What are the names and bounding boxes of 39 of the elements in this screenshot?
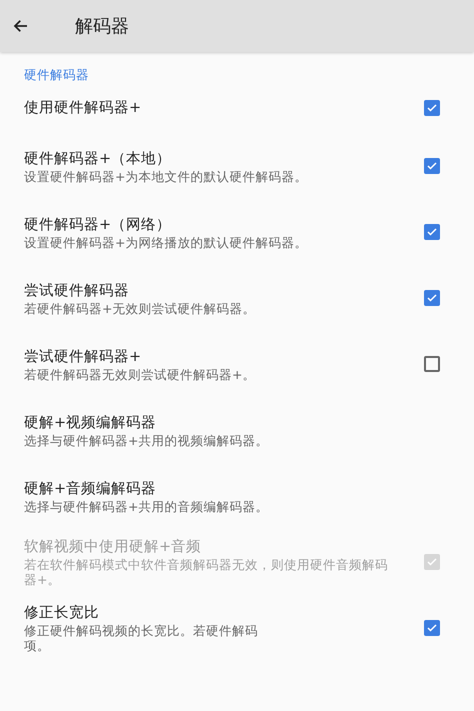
setting-title: 硬解+视频编解码器	[24, 414, 158, 432]
setting-row[interactable]: 硬件解码器+（网络） 设置硬件解码器+为网络播放的默认硬件解码器。	[0, 199, 474, 265]
setting-row[interactable]: 使用硬件解码器+	[0, 83, 474, 133]
checkbox[interactable]	[424, 158, 440, 174]
setting-row[interactable]: 修正长宽比 修正硬件解码视频的长宽比。若硬件解码 项。	[0, 595, 474, 661]
setting-row[interactable]: 尝试硬件解码器+ 若硬件解码器无效则尝试硬件解码器+。	[0, 331, 474, 397]
check-icon	[426, 160, 438, 172]
check-icon	[426, 226, 438, 238]
setting-description: 若硬件解码器无效则尝试硬件解码器+。	[24, 366, 256, 382]
checkbox[interactable]	[424, 620, 440, 636]
setting-description: 选择与硬件解码器+共用的视频编解码器。	[24, 432, 270, 448]
setting-description: 设置硬件解码器+为本地文件的默认硬件解码器。	[24, 168, 308, 184]
section-header: 硬件解码器	[23, 66, 90, 83]
setting-title: 使用硬件解码器+	[24, 99, 142, 118]
setting-title: 尝试硬件解码器	[24, 282, 130, 300]
setting-row[interactable]: 硬解+视频编解码器 选择与硬件解码器+共用的视频编解码器。	[0, 397, 474, 463]
checkbox[interactable]	[424, 356, 440, 372]
checkbox[interactable]	[424, 290, 440, 306]
setting-description: 选择与硬件解码器+共用的音频编解码器。	[24, 498, 270, 514]
check-icon	[426, 102, 438, 114]
check-icon	[426, 556, 438, 568]
setting-description: 若在软件解码模式中软件音频解码器无效，则使用硬件音频解码 器+。	[24, 557, 389, 587]
setting-title: 尝试硬件解码器+	[24, 348, 142, 366]
checkbox[interactable]	[424, 100, 440, 116]
check-icon	[426, 622, 438, 634]
setting-description: 若硬件解码器+无效则尝试硬件解码器。	[24, 300, 256, 316]
setting-description: 设置硬件解码器+为网络播放的默认硬件解码器。	[24, 234, 308, 250]
check-icon	[426, 292, 438, 304]
setting-description: 修正硬件解码视频的长宽比。若硬件解码 项。	[24, 623, 259, 653]
screen-title: 解码器	[75, 15, 129, 38]
setting-title: 硬解+音频编解码器	[24, 480, 158, 498]
setting-title: 修正长宽比	[24, 604, 100, 623]
setting-title: 软解视频中使用硬解+音频	[24, 538, 202, 557]
setting-row[interactable]: 尝试硬件解码器 若硬件解码器+无效则尝试硬件解码器。	[0, 265, 474, 331]
setting-row[interactable]: 硬解+音频编解码器 选择与硬件解码器+共用的音频编解码器。	[0, 463, 474, 529]
setting-row[interactable]: 硬件解码器+（本地） 设置硬件解码器+为本地文件的默认硬件解码器。	[0, 133, 474, 199]
setting-title: 硬件解码器+（网络）	[24, 216, 172, 234]
setting-title: 硬件解码器+（本地）	[24, 150, 172, 168]
checkbox[interactable]	[424, 224, 440, 240]
